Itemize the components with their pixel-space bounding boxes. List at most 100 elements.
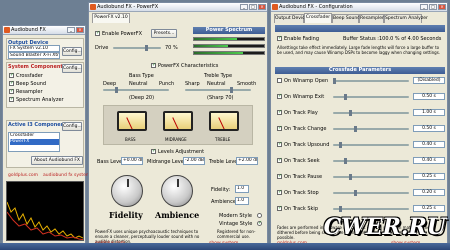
crossfade-row-thumb[interactable] xyxy=(344,158,347,164)
soundcard-select[interactable]: Sound Blaster X-Fi Xtreme Audio xyxy=(8,52,60,59)
drive-slider-thumb[interactable] xyxy=(145,45,148,51)
component-label: Crossfader xyxy=(16,73,43,79)
bass-meter-label: BASS xyxy=(125,137,136,142)
tab-output-device[interactable]: Output Device xyxy=(274,14,307,23)
treble-option: Neutral xyxy=(207,81,226,87)
bass-type-slider[interactable] xyxy=(103,87,169,93)
enable-fading-checkbox[interactable] xyxy=(277,35,282,41)
crossfade-row-slider[interactable] xyxy=(333,206,409,212)
tab-crossfader[interactable]: Crossfader xyxy=(304,13,332,23)
drive-slider[interactable] xyxy=(113,45,161,51)
tab-spectrum-analyzer[interactable]: Spectrum Analyzer xyxy=(384,14,428,23)
crossfade-row-checkbox[interactable] xyxy=(277,78,282,83)
maximize-icon[interactable]: □ xyxy=(429,4,437,10)
tab-resampler[interactable]: Resampler xyxy=(359,14,384,23)
config-button-components[interactable]: Config... xyxy=(62,64,82,73)
about-button[interactable]: About Audiobund FX xyxy=(31,156,83,165)
config-button-output[interactable]: Config... xyxy=(62,47,82,56)
crossfade-row-checkbox[interactable] xyxy=(277,173,282,179)
bass-option: Neutral xyxy=(129,81,148,87)
crossfade-row-value: 1.00 s xyxy=(413,109,445,116)
crossfade-row-value: 0.40 s xyxy=(413,157,445,164)
enable-powerfx-checkbox[interactable] xyxy=(95,30,100,36)
crossfade-row-slider[interactable] xyxy=(333,94,409,100)
crossfade-row-checkbox[interactable] xyxy=(277,157,282,163)
close-icon[interactable]: × xyxy=(258,4,266,10)
app-icon xyxy=(4,27,10,33)
crossfade-row-thumb[interactable] xyxy=(339,142,342,148)
component-checkbox[interactable] xyxy=(9,88,14,94)
midrange-meter-label: MIDRANGE xyxy=(165,137,187,142)
bass-type-thumb[interactable] xyxy=(115,87,118,93)
crossfade-row-thumb[interactable] xyxy=(349,110,352,116)
maximize-icon[interactable]: □ xyxy=(249,4,257,10)
component-label: Beep Sound xyxy=(16,81,47,87)
crossfade-row-slider[interactable] xyxy=(333,78,409,84)
component-label: Spectrum Analyzer xyxy=(16,97,64,103)
characteristics-checkbox[interactable] xyxy=(151,62,156,68)
ambience-label: Ambience: xyxy=(211,199,238,205)
tab-beep-sound[interactable]: Beep Sound xyxy=(332,14,360,23)
minimize-icon[interactable]: _ xyxy=(420,4,428,10)
watermark-logo: CWER.RU xyxy=(323,214,446,240)
drive-label: Drive xyxy=(95,45,109,51)
crossfade-row-value: (Disabled) xyxy=(413,77,445,84)
component-checkbox[interactable] xyxy=(9,96,14,102)
crossfade-row-checkbox[interactable] xyxy=(277,189,282,195)
crossfade-row-label: On Track Seek xyxy=(284,158,320,164)
minimize-icon[interactable]: _ xyxy=(67,27,75,33)
crossfade-row-thumb[interactable] xyxy=(339,206,342,212)
window-title: Audiobund FX - PowerFX xyxy=(97,4,159,10)
power-spectrum-bar xyxy=(193,44,265,48)
crossfade-row-checkbox[interactable] xyxy=(277,141,282,147)
crossfade-row-thumb[interactable] xyxy=(344,94,347,100)
tab-powerfx[interactable]: PowerFX v2.10 xyxy=(92,13,130,23)
crossfade-row-slider[interactable] xyxy=(333,190,409,196)
power-spectrum-bar xyxy=(193,37,265,41)
crossfade-row-value: 0.40 s xyxy=(413,141,445,148)
treble-type-slider[interactable] xyxy=(185,87,251,93)
bass-option: Punch xyxy=(159,81,175,87)
mid-level-label: Midrange Level: xyxy=(147,159,187,165)
config-button-active[interactable]: Config... xyxy=(62,122,82,131)
component-checkbox[interactable] xyxy=(9,72,14,78)
crossfade-row-checkbox[interactable] xyxy=(277,205,282,211)
crossfade-row-slider[interactable] xyxy=(333,110,409,116)
crossfade-row-slider[interactable] xyxy=(333,126,409,132)
fx-system-link[interactable]: audiobund fx system xyxy=(43,173,90,178)
site-link[interactable]: goldplus.com xyxy=(8,173,38,178)
crossfade-row-thumb[interactable] xyxy=(354,190,357,196)
fidelity-field[interactable]: 1.0 xyxy=(235,185,249,193)
treble-type-thumb[interactable] xyxy=(230,87,233,93)
crossfade-row-checkbox[interactable] xyxy=(277,109,282,115)
list-item[interactable]: PowerFX xyxy=(10,139,59,145)
fidelity-knob[interactable] xyxy=(111,175,143,207)
crossfade-row-label: On Winamp Exit xyxy=(284,94,325,100)
output-device-select[interactable]: FX System v2.10 xyxy=(8,45,60,52)
component-label: Resampler xyxy=(16,89,43,95)
crossfade-row-slider[interactable] xyxy=(333,174,409,180)
close-icon[interactable]: × xyxy=(438,4,446,10)
levels-adjustment-checkbox[interactable] xyxy=(151,148,156,154)
crossfade-row-thumb[interactable] xyxy=(333,78,336,84)
treble-level-field[interactable]: +2.00 dB xyxy=(236,157,258,165)
minimize-icon[interactable]: _ xyxy=(240,4,248,10)
title-bar: Audiobund FX _ × xyxy=(3,26,85,35)
crossfade-row-slider[interactable] xyxy=(333,142,409,148)
crossfade-row-checkbox[interactable] xyxy=(277,93,282,99)
crossfade-row-checkbox[interactable] xyxy=(277,125,282,131)
component-checkbox[interactable] xyxy=(9,80,14,86)
ambience-knob[interactable] xyxy=(161,175,193,207)
bass-level-field[interactable]: +0.00 dB xyxy=(121,157,143,165)
presets-button[interactable]: Presets... xyxy=(151,29,177,38)
crossfade-row-slider[interactable] xyxy=(333,158,409,164)
active-component-list[interactable]: Crossfader PowerFX xyxy=(8,132,60,152)
vintage-style-radio[interactable] xyxy=(257,220,262,226)
ambience-field[interactable]: 1.0 xyxy=(235,197,249,205)
crossfade-row-thumb[interactable] xyxy=(354,126,357,132)
vintage-style-label: Vintage Style xyxy=(219,221,253,227)
mid-level-field[interactable]: -2.00 dB xyxy=(183,157,205,165)
close-icon[interactable]: × xyxy=(76,27,84,33)
modern-style-radio[interactable] xyxy=(257,213,262,218)
crossfade-row-thumb[interactable] xyxy=(349,174,352,180)
